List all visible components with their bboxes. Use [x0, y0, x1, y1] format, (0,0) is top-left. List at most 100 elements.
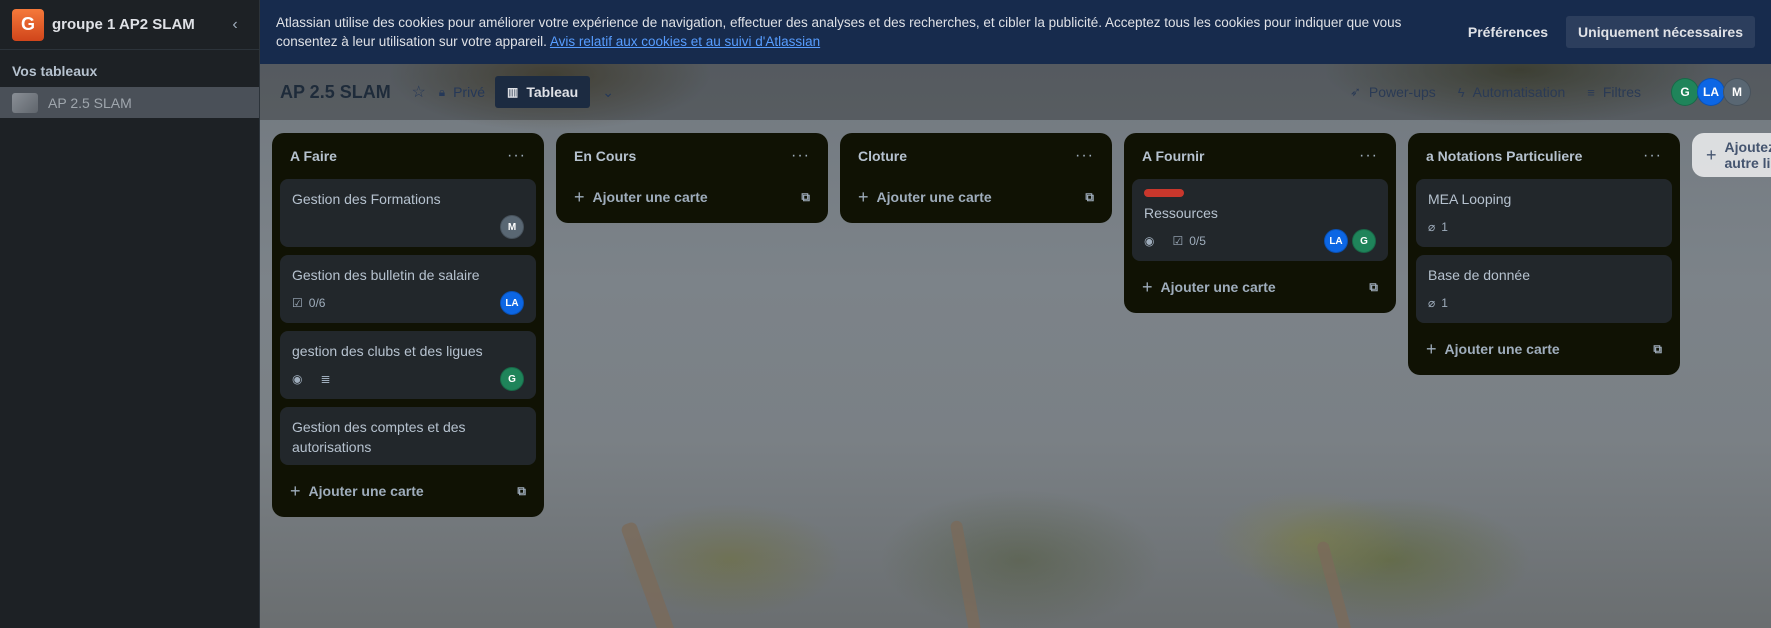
avatar[interactable]: LA	[500, 291, 524, 315]
list-notations: a Notations Particuliere ··· MEA Looping…	[1408, 133, 1680, 375]
attachment-badge: ⌀ 1	[1428, 220, 1448, 234]
filters-button[interactable]: ≡ Filtres	[1587, 84, 1641, 100]
board-header: AP 2.5 SLAM ☆ 🔒︎ Privé ▥ Tableau ⌄ ➶ Pow…	[260, 64, 1771, 120]
automation-label: Automatisation	[1472, 84, 1566, 100]
board-canvas: Atlassian utilise des cookies pour améli…	[260, 0, 1771, 628]
attachment-badge: ⌀ 1	[1428, 296, 1448, 310]
workspace-logo[interactable]: G	[12, 8, 44, 41]
avatar[interactable]: LA	[1324, 229, 1348, 253]
list-header[interactable]: Cloture ···	[848, 133, 1104, 179]
watch-badge: ◉	[1144, 234, 1160, 248]
template-icon[interactable]: ⧉	[1653, 342, 1662, 357]
template-icon[interactable]: ⧉	[1085, 190, 1094, 205]
card-footer: ⌀ 1	[1428, 291, 1660, 315]
powerups-button[interactable]: ➶ Power-ups	[1350, 84, 1436, 100]
more-icon[interactable]: ···	[791, 147, 810, 165]
template-icon[interactable]: ⧉	[1369, 280, 1378, 295]
card[interactable]: Gestion des Formations M	[280, 179, 536, 247]
description-badge: ≣	[320, 372, 336, 386]
add-card-button[interactable]: + Ajouter une carte ⧉	[1132, 269, 1388, 305]
avatar[interactable]: M	[1723, 78, 1751, 106]
add-card-label: Ajouter une carte	[592, 189, 708, 205]
list-title[interactable]: En Cours	[574, 148, 791, 164]
plus-icon: +	[858, 186, 869, 207]
sidebar-item-label: AP 2.5 SLAM	[48, 94, 132, 111]
list-header[interactable]: A Fournir ···	[1132, 133, 1388, 179]
checklist-icon: ☑	[1172, 234, 1184, 248]
card-footer: ⌀ 1	[1428, 215, 1660, 239]
plus-icon: +	[1142, 276, 1153, 297]
watch-badge: ◉	[292, 372, 308, 386]
cookie-banner: Atlassian utilise des cookies pour améli…	[260, 0, 1771, 64]
card-footer: ◉ ☑ 0/5 LA G	[1144, 229, 1376, 253]
background-palm	[949, 519, 983, 628]
card[interactable]: gestion des clubs et des ligues ◉ ≣ G	[280, 331, 536, 399]
card-footer: M	[292, 215, 524, 239]
more-icon[interactable]: ···	[1359, 147, 1378, 165]
add-list-label: Ajoutez une autre liste	[1724, 139, 1771, 171]
workspace-name[interactable]: groupe 1 AP2 SLAM	[52, 16, 223, 33]
template-icon[interactable]: ⧉	[801, 190, 810, 205]
attachment-count: 1	[1441, 296, 1448, 310]
checklist-badge: ☑ 0/6	[292, 296, 325, 310]
list-title[interactable]: A Fournir	[1142, 148, 1359, 164]
board-title[interactable]: AP 2.5 SLAM	[280, 82, 391, 103]
view-tableau-button[interactable]: ▥ Tableau	[495, 76, 591, 108]
card[interactable]: MEA Looping ⌀ 1	[1416, 179, 1672, 247]
chevron-left-icon[interactable]: ‹	[223, 13, 247, 37]
lock-icon: 🔒︎	[438, 84, 446, 99]
add-card-label: Ajouter une carte	[876, 189, 992, 205]
more-icon[interactable]: ···	[1075, 147, 1094, 165]
more-icon[interactable]: ···	[507, 147, 526, 165]
avatar[interactable]: M	[500, 215, 524, 239]
list-a-faire: A Faire ··· Gestion des Formations M Ges…	[272, 133, 544, 517]
card-footer: ☑ 0/6 LA	[292, 291, 524, 315]
card-title: MEA Looping	[1428, 191, 1512, 207]
card-footer: ◉ ≣ G	[292, 367, 524, 391]
add-list-button[interactable]: + Ajoutez une autre liste	[1692, 133, 1771, 177]
header-actions: ➶ Power-ups ϟ Automatisation ≡ Filtres G…	[1328, 78, 1751, 106]
sidebar-item-board[interactable]: AP 2.5 SLAM	[0, 87, 259, 118]
card-title: Base de donnée	[1428, 267, 1530, 283]
list-header[interactable]: En Cours ···	[564, 133, 820, 179]
list-title[interactable]: a Notations Particuliere	[1426, 148, 1643, 164]
card-label-red[interactable]	[1144, 189, 1184, 197]
avatar[interactable]: G	[1671, 78, 1699, 106]
plus-icon: +	[574, 186, 585, 207]
card[interactable]: Gestion des comptes et des autorisations	[280, 407, 536, 465]
list-header[interactable]: A Faire ···	[280, 133, 536, 179]
avatar[interactable]: LA	[1697, 78, 1725, 106]
list-header[interactable]: a Notations Particuliere ···	[1416, 133, 1672, 179]
add-card-label: Ajouter une carte	[308, 483, 424, 499]
add-card-button[interactable]: + Ajouter une carte ⧉	[280, 473, 536, 509]
add-card-button[interactable]: + Ajouter une carte ⧉	[564, 179, 820, 215]
automation-button[interactable]: ϟ Automatisation	[1458, 84, 1566, 100]
card-title: gestion des clubs et des ligues	[292, 343, 483, 359]
board-view-icon: ▥	[507, 85, 519, 99]
visibility-button[interactable]: 🔒︎ Privé	[439, 84, 485, 100]
card-title: Gestion des bulletin de salaire	[292, 267, 480, 283]
background-palm	[619, 520, 677, 628]
list-title[interactable]: Cloture	[858, 148, 1075, 164]
chevron-down-icon[interactable]: ⌄	[602, 84, 614, 101]
star-icon[interactable]: ☆	[405, 78, 433, 106]
sidebar: G groupe 1 AP2 SLAM ‹ Vos tableaux AP 2.…	[0, 0, 260, 628]
eye-icon: ◉	[292, 372, 303, 386]
avatar[interactable]: G	[500, 367, 524, 391]
template-icon[interactable]: ⧉	[517, 484, 526, 499]
card[interactable]: Base de donnée ⌀ 1	[1416, 255, 1672, 323]
description-icon: ≣	[320, 372, 331, 386]
card[interactable]: Gestion des bulletin de salaire ☑ 0/6 LA	[280, 255, 536, 323]
preferences-button[interactable]: Préférences	[1456, 16, 1560, 48]
necessary-only-button[interactable]: Uniquement nécessaires	[1566, 16, 1755, 48]
cookie-message: Atlassian utilise des cookies pour améli…	[276, 15, 1402, 49]
eye-icon: ◉	[1144, 234, 1155, 248]
card[interactable]: Ressources ◉ ☑ 0/5 LA G	[1132, 179, 1388, 261]
cookie-policy-link[interactable]: Avis relatif aux cookies et au suivi d'A…	[550, 34, 820, 49]
more-icon[interactable]: ···	[1643, 147, 1662, 165]
avatar[interactable]: G	[1352, 229, 1376, 253]
list-title[interactable]: A Faire	[290, 148, 507, 164]
add-card-button[interactable]: + Ajouter une carte ⧉	[848, 179, 1104, 215]
add-card-button[interactable]: + Ajouter une carte ⧉	[1416, 331, 1672, 367]
checklist-badge: ☑ 0/5	[1172, 234, 1205, 248]
